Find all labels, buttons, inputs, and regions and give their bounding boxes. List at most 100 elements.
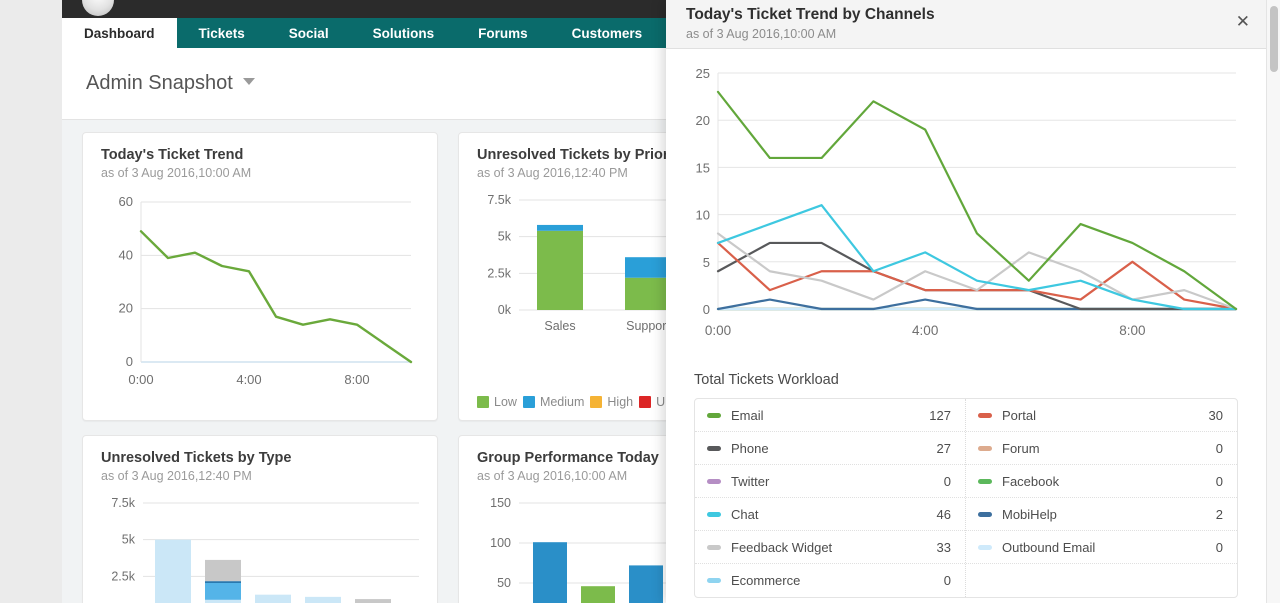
svg-text:0: 0 — [703, 302, 710, 317]
channel-count: 46 — [936, 506, 951, 522]
channel-color-icon — [707, 544, 721, 550]
channel-color-icon — [978, 511, 992, 517]
workload-row[interactable]: Feedback Widget 33 — [695, 531, 965, 564]
svg-text:5k: 5k — [122, 533, 136, 547]
avatar[interactable] — [82, 0, 114, 16]
svg-text:0k: 0k — [498, 303, 512, 317]
modal-header: Today's Ticket Trend by Channels as of 3… — [666, 0, 1266, 49]
svg-text:Sales: Sales — [544, 319, 575, 333]
workload-row[interactable]: Twitter 0 — [695, 465, 965, 498]
channel-count: 0 — [1215, 473, 1223, 489]
card-subtitle: as of 3 Aug 2016,10:00 AM — [101, 166, 252, 180]
channel-color-icon — [707, 445, 721, 451]
workload-row[interactable]: Facebook 0 — [966, 465, 1237, 498]
svg-text:100: 100 — [490, 536, 511, 550]
screen-root: Dashboard Tickets Social Solutions Forums Cus… — [0, 0, 1280, 603]
channel-color-icon — [707, 412, 721, 418]
page-title: Admin Snapshot — [86, 72, 255, 95]
chart-ticket-trend-by-channels: 0 5 10 15 20 25 0:00 4:00 8:00 — [680, 59, 1252, 354]
channel-color-icon — [707, 578, 721, 583]
chevron-down-icon[interactable] — [242, 78, 255, 85]
svg-text:7.5k: 7.5k — [487, 193, 511, 207]
workload-row[interactable]: Email 127 — [695, 399, 965, 432]
workload-row[interactable]: Outbound Email 0 — [966, 531, 1237, 564]
nav-tab-social[interactable]: Social — [267, 18, 351, 48]
nav-tab-dashboard[interactable]: Dashboard — [62, 18, 177, 48]
channel-count: 0 — [1215, 539, 1223, 555]
workload-column-left: Email 127 Phone 27 Twitter 0 Chat 46 Feedback Wi… — [695, 399, 966, 597]
legend-label: High — [607, 395, 634, 409]
workload-column-right: Portal 30 Forum 0 Facebook 0 MobiHelp 2 Outbound… — [966, 399, 1237, 597]
channel-color-icon — [978, 445, 992, 451]
legend-item-u[interactable]: U — [639, 395, 665, 409]
workload-row[interactable]: MobiHelp 2 — [966, 498, 1237, 531]
channel-count: 0 — [943, 573, 951, 588]
legend-label: Low — [494, 395, 517, 409]
svg-text:7.5k: 7.5k — [111, 496, 135, 510]
svg-text:2.5k: 2.5k — [487, 266, 511, 280]
svg-text:Support: Support — [626, 319, 670, 333]
svg-text:5: 5 — [703, 255, 710, 270]
channel-name: Email — [731, 407, 764, 423]
nav-tab-customers[interactable]: Customers — [550, 18, 665, 48]
legend-item-high[interactable]: High — [590, 395, 633, 409]
card-title: Today's Ticket Trend — [101, 147, 244, 163]
legend-label: Medium — [539, 395, 585, 409]
svg-text:10: 10 — [696, 208, 710, 223]
svg-text:4:00: 4:00 — [236, 372, 261, 387]
channel-count: 27 — [936, 440, 951, 456]
svg-text:0: 0 — [126, 354, 133, 369]
legend-item-low[interactable]: Low — [477, 395, 517, 409]
channel-name: Feedback Widget — [731, 539, 833, 555]
legend-label: U — [656, 395, 666, 409]
channel-name: Forum — [1002, 440, 1040, 456]
chart-todays-ticket-trend: 0 20 40 60 0:00 4:00 8:00 — [101, 190, 419, 410]
workload-row[interactable]: Phone 27 — [695, 432, 965, 465]
nav-tab-solutions[interactable]: Solutions — [351, 18, 457, 48]
channel-color-icon — [707, 478, 721, 484]
workload-row[interactable]: Portal 30 — [966, 399, 1237, 432]
svg-text:4:00: 4:00 — [912, 323, 938, 338]
workload-row[interactable]: Forum 0 — [966, 432, 1237, 465]
svg-text:0:00: 0:00 — [128, 372, 153, 387]
card-unresolved-by-type[interactable]: Unresolved Tickets by Type as of 3 Aug 2… — [82, 435, 438, 603]
svg-text:150: 150 — [490, 496, 511, 510]
nav-tab-tickets[interactable]: Tickets — [177, 18, 267, 48]
workload-row[interactable]: Chat 46 — [695, 498, 965, 531]
workload-table: Email 127 Phone 27 Twitter 0 Chat 46 Feedback Wi… — [694, 398, 1238, 598]
ticket-trend-modal: Today's Ticket Trend by Channels as of 3… — [666, 0, 1266, 603]
channel-name: Twitter — [731, 473, 770, 489]
modal-title: Today's Ticket Trend by Channels — [686, 6, 935, 23]
workload-row-empty — [966, 564, 1237, 597]
legend-swatch — [639, 396, 652, 408]
snapshot-title-text: Admin Snapshot — [86, 72, 233, 94]
page-scrollbar[interactable] — [1266, 0, 1280, 603]
channel-count: 0 — [943, 473, 951, 489]
channel-name: Outbound Email — [1002, 539, 1096, 555]
channel-color-icon — [978, 544, 992, 550]
nav-tab-forums[interactable]: Forums — [456, 18, 550, 48]
scrollbar-thumb[interactable] — [1270, 6, 1278, 72]
channel-count: 30 — [1208, 407, 1223, 423]
workload-title: Total Tickets Workload — [694, 372, 839, 388]
legend-item-medium[interactable]: Medium — [522, 395, 585, 409]
svg-text:0:00: 0:00 — [705, 323, 731, 338]
legend-swatch — [522, 396, 535, 408]
channel-color-icon — [978, 478, 992, 484]
channel-name: Portal — [1002, 407, 1036, 423]
card-todays-ticket-trend[interactable]: Today's Ticket Trend as of 3 Aug 2016,10… — [82, 132, 438, 421]
chart-unresolved-by-type: 0k2.5k5k7.5k — [101, 493, 419, 603]
channel-name: Phone — [731, 440, 769, 456]
svg-text:5k: 5k — [498, 230, 512, 244]
svg-text:20: 20 — [696, 113, 710, 128]
legend-swatch — [590, 396, 603, 408]
close-icon[interactable]: ✕ — [1236, 13, 1250, 30]
svg-text:15: 15 — [696, 160, 710, 175]
svg-text:8:00: 8:00 — [344, 372, 369, 387]
svg-text:25: 25 — [696, 66, 710, 81]
workload-row[interactable]: Ecommerce 0 — [695, 564, 965, 597]
channel-color-icon — [707, 511, 721, 517]
svg-text:50: 50 — [497, 576, 511, 590]
channel-count: 127 — [929, 407, 951, 423]
channel-count: 33 — [936, 539, 951, 555]
